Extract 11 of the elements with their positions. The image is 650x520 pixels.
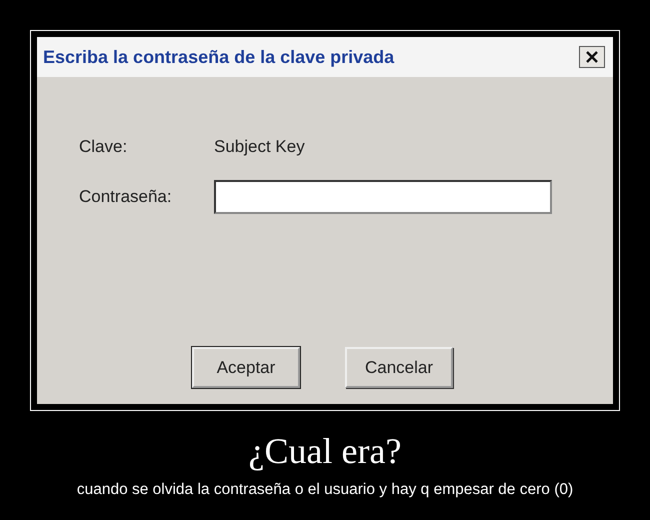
accept-button[interactable]: Aceptar <box>192 347 300 388</box>
cancel-button[interactable]: Cancelar <box>345 347 453 388</box>
close-icon <box>585 50 599 64</box>
poster-subtitle: cuando se olvida la contraseña o el usuario y hay q empesar de cero (0) <box>76 481 574 499</box>
field-value: Subject Key <box>214 137 305 157</box>
close-button[interactable] <box>579 46 605 68</box>
field-label: Contraseña: <box>79 187 173 207</box>
password-field[interactable] <box>214 180 552 214</box>
field-label: Clave: <box>79 137 128 157</box>
window-title: Escriba la contraseña de la clave privada <box>43 46 394 68</box>
poster-title: ¿Cual era? <box>248 430 402 473</box>
